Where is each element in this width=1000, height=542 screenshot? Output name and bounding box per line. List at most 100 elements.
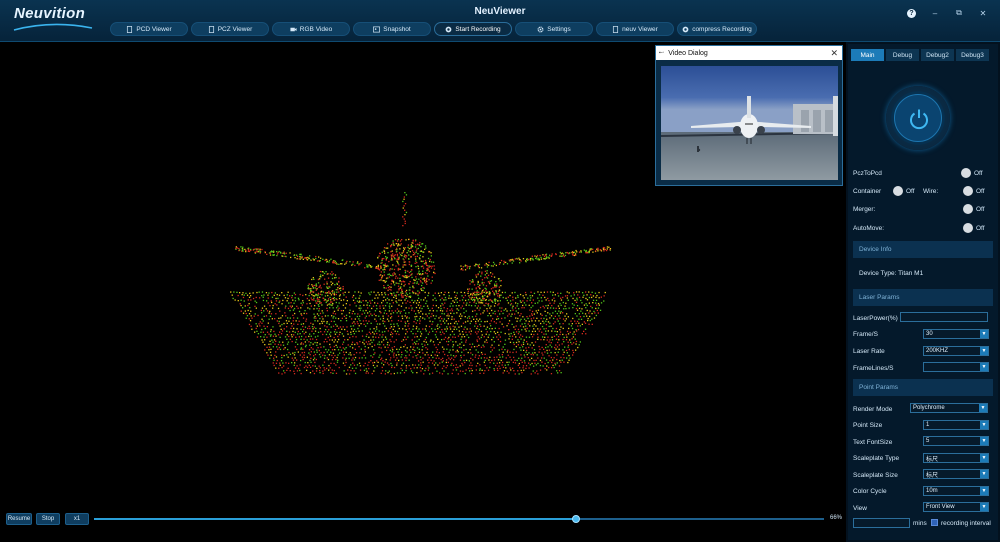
laser-params-header: Laser Params	[853, 289, 993, 306]
panel-tab-debug[interactable]: Debug	[886, 49, 919, 61]
tab-settings[interactable]: Settings	[515, 22, 593, 36]
restore-button[interactable]: ⧉	[954, 8, 964, 18]
scaleplate-size-label: Scaleplate Size	[853, 471, 898, 479]
tab-start-recording[interactable]: Start Recording	[434, 22, 512, 36]
playback-slider[interactable]	[94, 515, 824, 523]
merger-toggle[interactable]: Off	[963, 204, 985, 214]
select-value: Front View	[926, 504, 955, 510]
logo-swoosh-icon	[13, 23, 93, 31]
tab-label: neuv Viewer	[622, 25, 658, 33]
pcz-to-pcd-label: PczToPcd	[853, 169, 882, 177]
tab-neuv-viewer[interactable]: neuv Viewer	[596, 22, 674, 36]
speed-button[interactable]: x1	[65, 513, 89, 525]
pcz-to-pcd-toggle[interactable]: Off	[961, 168, 983, 178]
automove-label: AutoMove:	[853, 224, 885, 232]
select-value: 5	[926, 438, 930, 444]
merger-label: Merger:	[853, 205, 876, 213]
panel-tab-debug3[interactable]: Debug3	[956, 49, 989, 61]
recording-interval-label: recording interval	[941, 519, 991, 527]
device-type-text: Device Type: Titan M1	[859, 269, 924, 277]
power-icon	[910, 109, 928, 130]
playback-slider-fill	[94, 518, 576, 520]
stop-button[interactable]: Stop	[36, 513, 60, 525]
automove-toggle[interactable]: Off	[963, 223, 985, 233]
wire-label-text: Wire	[923, 187, 937, 195]
toggle-knob	[961, 168, 971, 178]
toggle-knob	[963, 223, 973, 233]
toggle-state: Off	[974, 169, 983, 177]
text-fontsize-label: Text FontSize	[853, 438, 893, 446]
point-params-header: Point Params	[853, 379, 993, 396]
wire-toggle[interactable]: Off	[963, 186, 985, 196]
power-button[interactable]	[886, 86, 950, 150]
rgb-video-frame	[661, 66, 838, 180]
select-value: Polychrome	[913, 405, 945, 411]
dropdown-arrow-icon: ▼	[980, 487, 988, 495]
record-icon	[682, 26, 689, 32]
toggle-knob	[963, 186, 973, 196]
video-dialog[interactable]: ▪‑▫ Video Dialog ✕	[655, 45, 843, 186]
laser-power-input[interactable]	[900, 312, 988, 322]
select-value: 标尺	[926, 456, 939, 463]
panel-tab-debug2[interactable]: Debug2	[921, 49, 954, 61]
automove-label-text: AutoMove	[853, 224, 883, 232]
toggle-knob	[963, 204, 973, 214]
settings-panel: Main Debug Debug2 Debug3 PczToPcd Off Co…	[848, 44, 998, 540]
laser-power-label: LaserPower(%)	[853, 314, 898, 322]
toggle-knob	[893, 186, 903, 196]
airport-scene-image	[661, 66, 838, 180]
dropdown-arrow-icon: ▼	[980, 347, 988, 355]
frame-lines-label: FrameLines/S	[853, 364, 894, 372]
toggle-state: Off	[976, 224, 985, 232]
tab-snapshot[interactable]: Snapshot	[353, 22, 431, 36]
tab-pcz-viewer[interactable]: PCZ Viewer	[191, 22, 269, 36]
tab-label: compress Recording	[692, 25, 752, 33]
frame-select[interactable]: 30 ▼	[923, 329, 989, 339]
video-dialog-titlebar[interactable]: ▪‑▫ Video Dialog ✕	[656, 46, 842, 60]
view-label: View	[853, 504, 867, 512]
dropdown-arrow-icon: ▼	[980, 330, 988, 338]
laser-rate-label: Laser Rate	[853, 347, 885, 355]
recording-interval-checkbox[interactable]	[931, 519, 938, 526]
minimize-button[interactable]: –	[930, 9, 940, 18]
point-size-label: Point Size	[853, 421, 883, 429]
laser-rate-select[interactable]: 200KHZ ▼	[923, 346, 989, 356]
playback-controls: Resume Stop x1 66%	[6, 513, 842, 525]
resume-button[interactable]: Resume	[6, 513, 32, 525]
close-button[interactable]: ✕	[978, 9, 988, 18]
window-controls: ? – ⧉ ✕	[907, 8, 988, 18]
playback-slider-knob[interactable]	[571, 515, 580, 523]
video-dialog-close-icon[interactable]: ✕	[830, 47, 838, 59]
scaleplate-type-select[interactable]: 标尺 ▼	[923, 453, 989, 463]
container-label: Container	[853, 187, 882, 195]
power-button-face	[894, 94, 942, 142]
tab-rgb-video[interactable]: RGB Video	[272, 22, 350, 36]
dropdown-arrow-icon: ▼	[980, 454, 988, 462]
dropdown-arrow-icon: ▼	[980, 363, 988, 371]
recording-interval-unit: mins	[913, 519, 927, 527]
app-window: Neuvition NeuViewer ? – ⧉ ✕ PCD Viewer P…	[0, 0, 1000, 542]
text-fontsize-select[interactable]: 5 ▼	[923, 436, 989, 446]
help-icon[interactable]: ?	[907, 8, 916, 18]
title-bar: Neuvition NeuViewer ? – ⧉ ✕ PCD Viewer P…	[0, 0, 1000, 42]
recording-interval-input[interactable]	[853, 518, 910, 528]
tab-compress-recording[interactable]: compress Recording	[677, 22, 757, 36]
scaleplate-type-label: Scaleplate Type	[853, 454, 900, 462]
dropdown-arrow-icon: ▼	[980, 437, 988, 445]
dropdown-arrow-icon: ▼	[980, 421, 988, 429]
scaleplate-size-select[interactable]: 标尺 ▼	[923, 469, 989, 479]
panel-tab-main[interactable]: Main	[851, 49, 884, 61]
render-mode-label: Render Mode	[853, 405, 893, 413]
tab-pcd-viewer[interactable]: PCD Viewer	[110, 22, 188, 36]
frame-lines-select[interactable]: ▼	[923, 362, 989, 372]
container-toggle[interactable]: Off	[893, 186, 915, 196]
view-select[interactable]: Front View ▼	[923, 502, 989, 512]
select-value: 1	[926, 422, 930, 428]
tab-label: Settings	[547, 25, 571, 33]
color-cycle-select[interactable]: 10m ▼	[923, 486, 989, 496]
tab-label: PCD Viewer	[136, 25, 172, 33]
record-icon	[446, 26, 452, 32]
point-size-select[interactable]: 1 ▼	[923, 420, 989, 430]
video-dialog-title: Video Dialog	[668, 49, 708, 57]
render-mode-select[interactable]: Polychrome ▼	[910, 403, 988, 413]
